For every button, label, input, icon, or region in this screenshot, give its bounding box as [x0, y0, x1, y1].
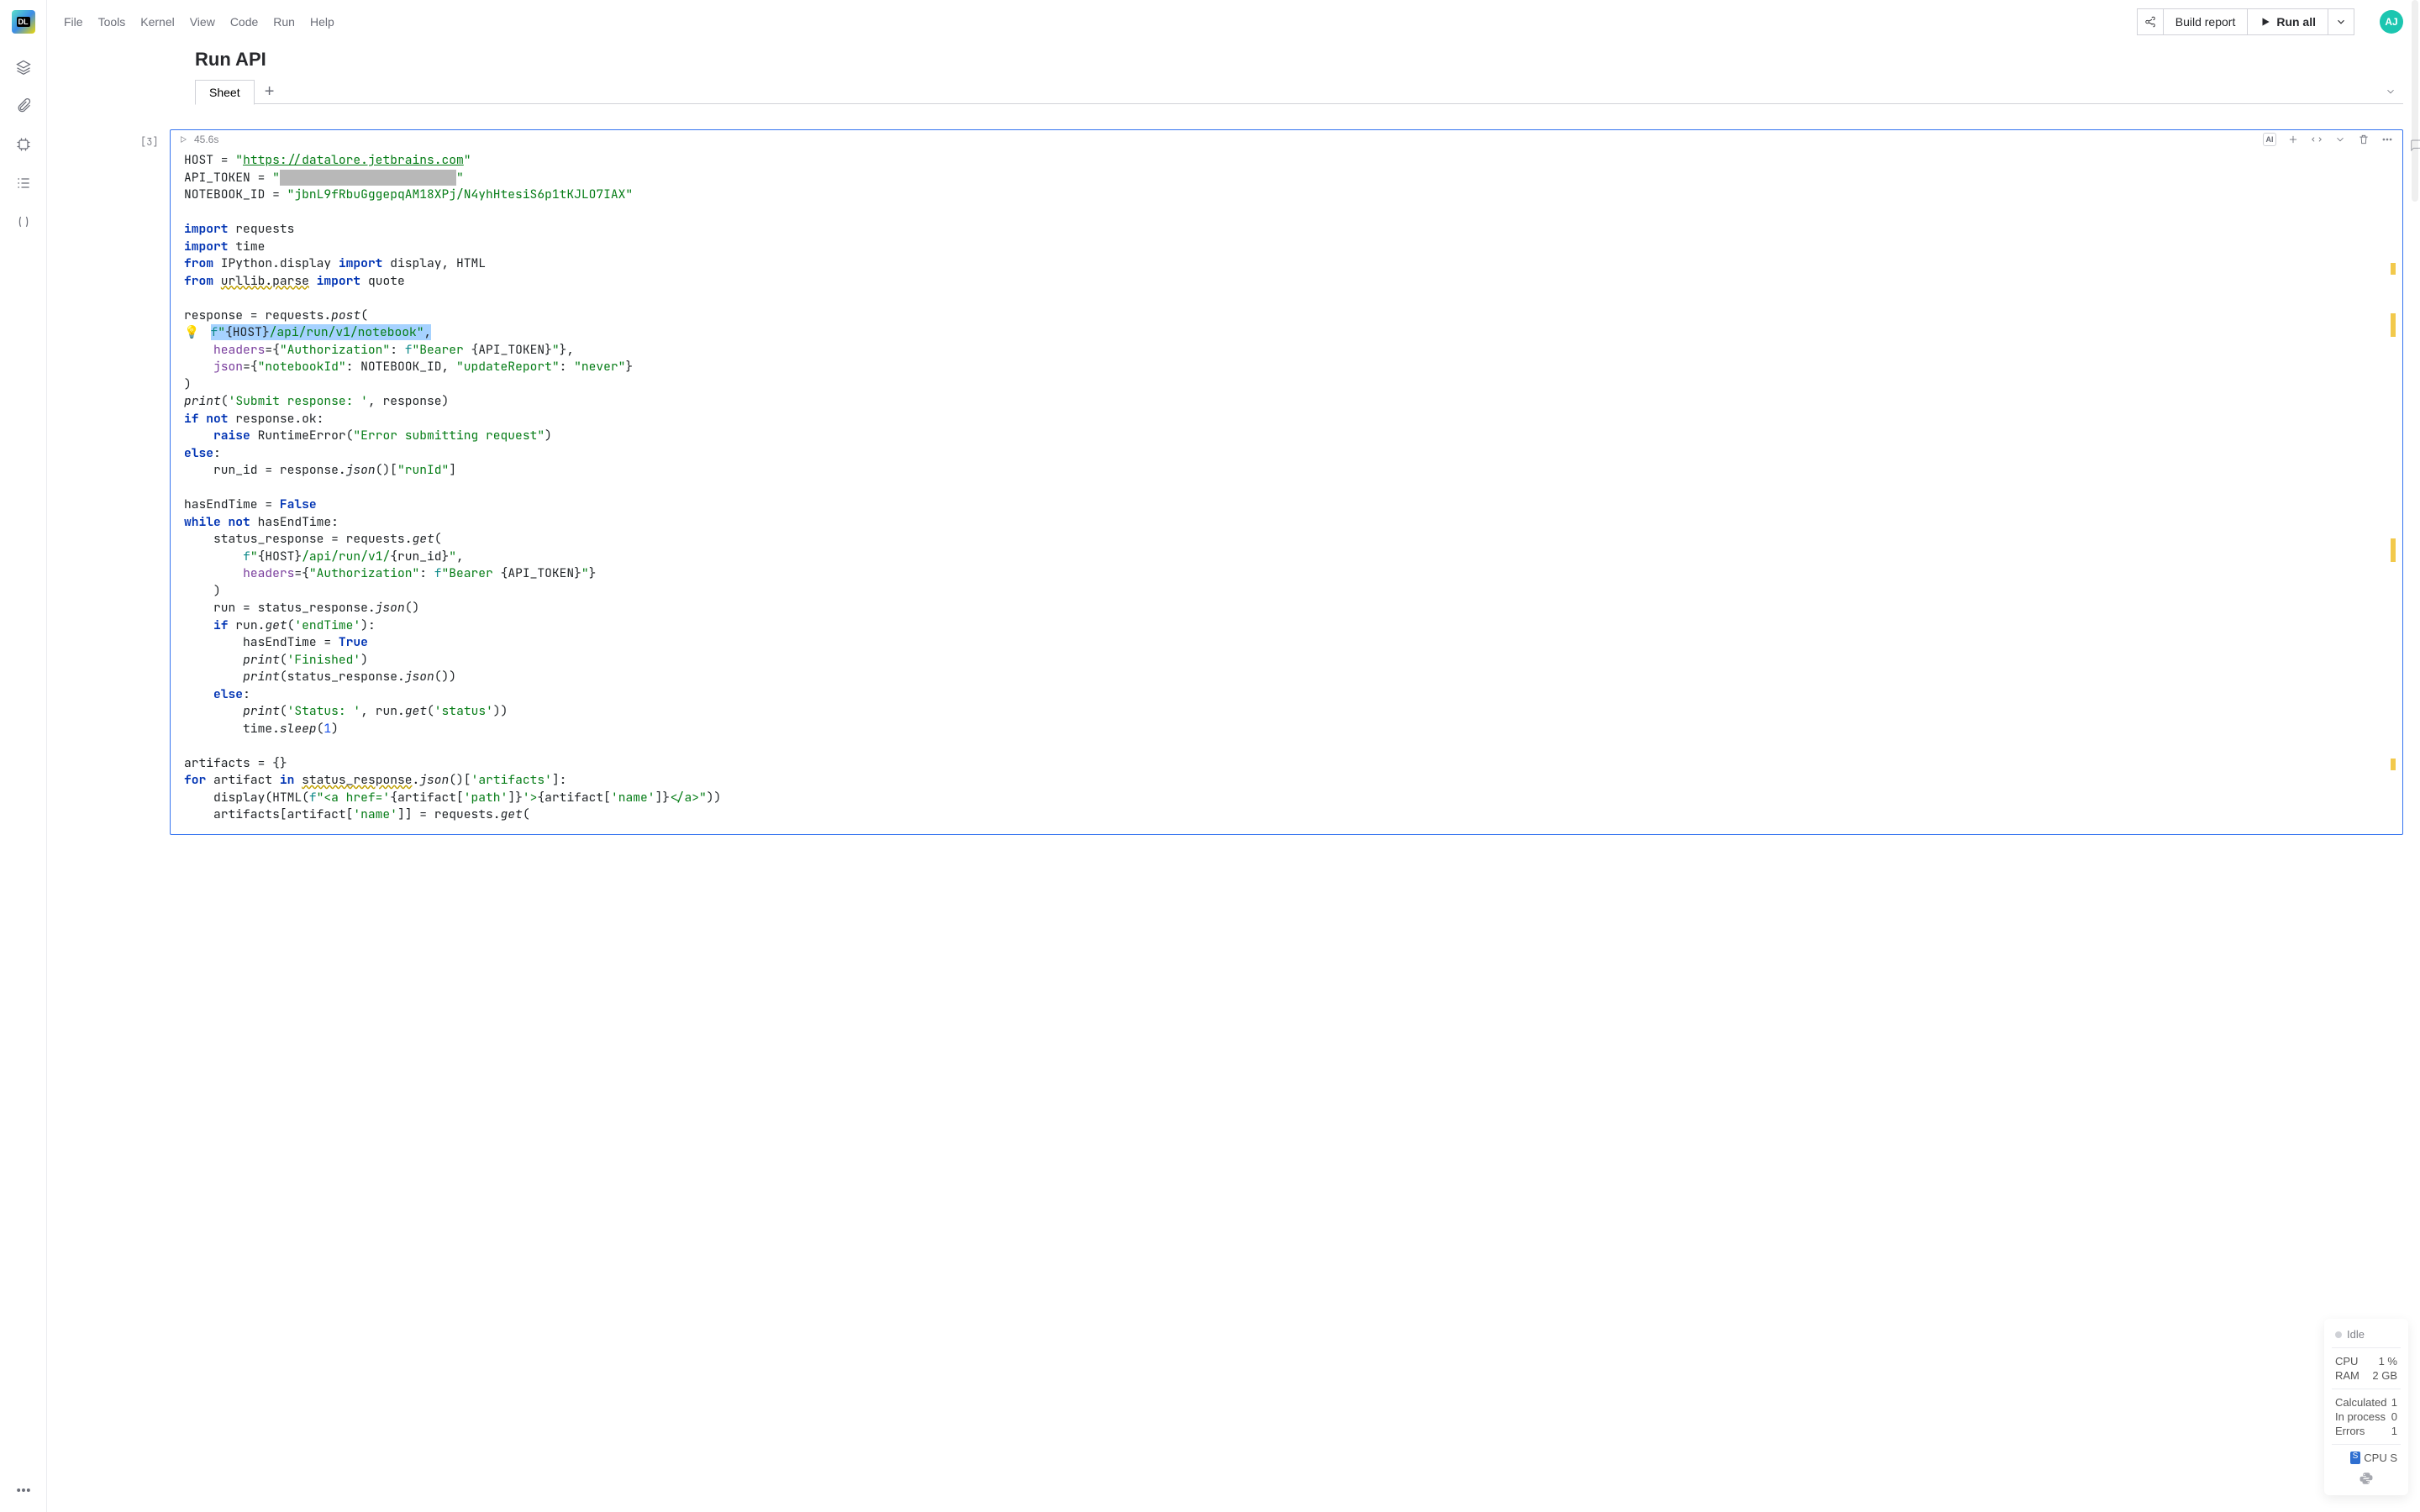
- python-icon: [2335, 1471, 2397, 1486]
- code-editor[interactable]: HOST = "https://datalore.jetbrains.com" …: [171, 149, 2402, 834]
- menu-help[interactable]: Help: [310, 15, 334, 29]
- cell-duration: 45.6s: [194, 134, 218, 145]
- run-all-button[interactable]: Run all: [2247, 8, 2328, 35]
- attachment-icon[interactable]: [7, 89, 40, 123]
- ai-assist-icon[interactable]: AI: [2263, 133, 2276, 146]
- errors-value: 1: [2391, 1425, 2397, 1437]
- ram-label: RAM: [2335, 1369, 2360, 1382]
- add-cell-icon[interactable]: [2286, 133, 2300, 146]
- kernel-state: Idle: [2335, 1328, 2397, 1341]
- run-all-dropdown[interactable]: [2328, 8, 2354, 35]
- more-icon[interactable]: [7, 1473, 40, 1507]
- layers-icon[interactable]: [7, 50, 40, 84]
- cpu-label: CPU: [2335, 1355, 2358, 1368]
- build-report-button[interactable]: Build report: [2163, 8, 2249, 35]
- add-sheet-button[interactable]: +: [255, 81, 285, 102]
- chevron-down-icon[interactable]: [2385, 86, 2396, 97]
- delete-cell-icon[interactable]: [2357, 133, 2370, 146]
- notebook-title: Run API: [195, 44, 2403, 79]
- share-button[interactable]: [2137, 8, 2164, 35]
- toc-icon[interactable]: [7, 166, 40, 200]
- calculated-value: 1: [2391, 1396, 2397, 1409]
- inprocess-label: In process: [2335, 1410, 2386, 1423]
- machine-label: CPU S: [2364, 1452, 2397, 1464]
- run-cell-icon[interactable]: [179, 135, 187, 144]
- kernel-status-card[interactable]: Idle CPU 1 % RAM 2 GB Calculated 1 In pr…: [2324, 1319, 2408, 1495]
- ram-value: 2 GB: [2372, 1369, 2397, 1382]
- avatar[interactable]: AJ: [2380, 10, 2403, 34]
- left-rail: DL: [0, 0, 47, 1512]
- cpu-value: 1 %: [2379, 1355, 2397, 1368]
- variables-icon[interactable]: [7, 205, 40, 239]
- menu-run[interactable]: Run: [273, 15, 295, 29]
- cell-prompt: [3]: [140, 135, 159, 149]
- menu-tools[interactable]: Tools: [98, 15, 126, 29]
- menu-view[interactable]: View: [190, 15, 215, 29]
- errors-label: Errors: [2335, 1425, 2365, 1437]
- code-cell[interactable]: [3] 45.6s AI: [170, 129, 2403, 835]
- sheet-tabs: Sheet +: [195, 79, 2403, 104]
- cell-more-icon[interactable]: [2381, 133, 2394, 146]
- sheet-tab[interactable]: Sheet: [195, 80, 255, 105]
- product-logo[interactable]: DL: [12, 10, 35, 34]
- menu-file[interactable]: File: [64, 15, 83, 29]
- chip-icon[interactable]: [7, 128, 40, 161]
- cell-type-icon[interactable]: [2310, 133, 2323, 146]
- cell-toolbar: 45.6s AI: [171, 130, 2402, 149]
- inprocess-value: 0: [2391, 1410, 2397, 1423]
- caret-icon[interactable]: [2333, 133, 2347, 146]
- calculated-label: Calculated: [2335, 1396, 2386, 1409]
- menu-kernel[interactable]: Kernel: [140, 15, 174, 29]
- scrollbar-thumb[interactable]: [2412, 0, 2418, 202]
- menu-code[interactable]: Code: [230, 15, 258, 29]
- menubar: File Tools Kernel View Code Run Help Bui…: [47, 0, 2420, 44]
